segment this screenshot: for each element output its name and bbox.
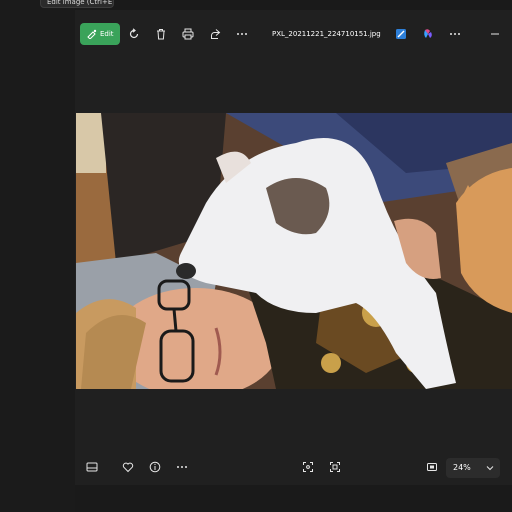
more-icon[interactable] [449,28,461,40]
photos-viewer-window: Edit PXL_20211221_224710151.jpg 24% [75,10,512,485]
fit-to-window-icon[interactable] [426,461,438,473]
actual-size-icon[interactable] [329,461,341,473]
edit-button-label: Edit [100,30,114,38]
background-window-left [0,0,75,512]
file-name: PXL_20211221_224710151.jpg [272,30,381,38]
zoom-value: 24% [453,463,471,472]
photo-content [76,113,512,389]
share-icon[interactable] [209,28,221,40]
more-icon[interactable] [236,28,248,40]
zoom-dropdown[interactable]: 24% [446,458,500,478]
rotate-icon[interactable] [128,28,140,40]
more-icon[interactable] [176,461,188,473]
heart-icon[interactable] [122,461,134,473]
bottom-toolbar: 24% [75,457,512,479]
trash-icon[interactable] [155,28,167,40]
print-icon[interactable] [182,28,194,40]
copilot-icon[interactable] [422,28,434,40]
edit-button[interactable]: Edit [80,23,120,45]
info-icon[interactable] [149,461,161,473]
filmstrip-icon[interactable] [86,461,98,473]
clipchamp-icon[interactable] [395,28,407,40]
edit-icon [87,29,97,39]
fullscreen-icon[interactable] [302,461,314,473]
top-toolbar: Edit PXL_20211221_224710151.jpg [75,23,512,47]
photo[interactable] [76,113,512,389]
minimize-icon[interactable] [489,28,501,40]
tooltip: Edit image (Ctrl+E) [40,0,114,8]
chevron-down-icon [486,466,494,471]
